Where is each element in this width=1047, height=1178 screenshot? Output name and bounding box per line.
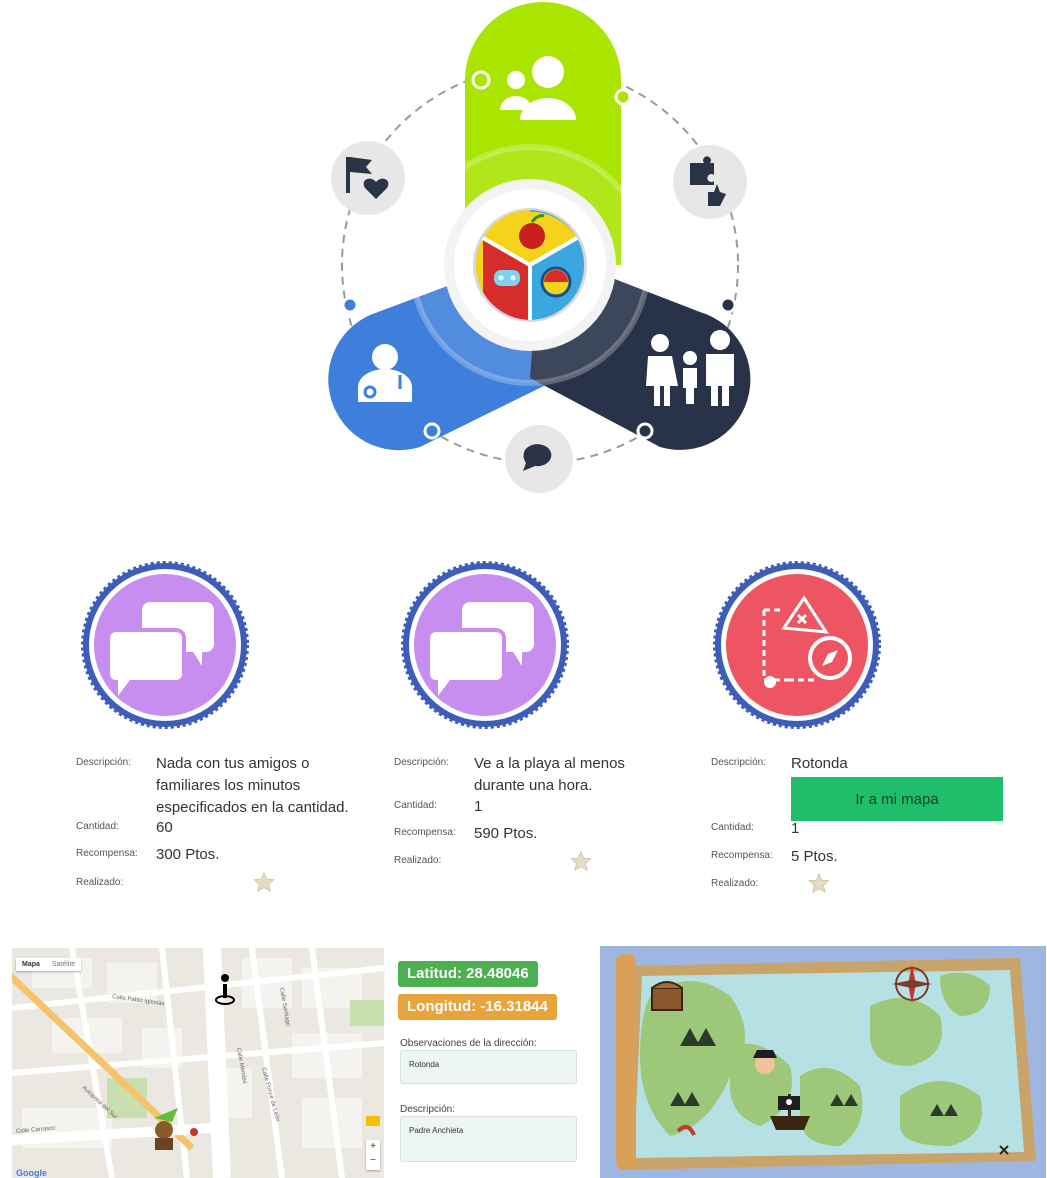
challenge-reward: 5 Ptos. <box>791 848 838 865</box>
realizado-label: Realizado: <box>711 878 759 889</box>
challenge-reward: 590 Ptos. <box>474 825 538 842</box>
recompensa-label: Recompensa: <box>76 848 138 859</box>
hero-graphic <box>328 2 751 493</box>
treasure-chest-icon <box>651 981 683 1011</box>
map-tab[interactable]: Mapa <box>22 961 40 968</box>
observations-field[interactable]: Rotonda <box>400 1050 577 1084</box>
location-form: Latitud: 28.48046 Longitud: -16.31844 Ob… <box>398 948 588 1178</box>
realizado-label: Realizado: <box>76 877 124 888</box>
cantidad-label: Cantidad: <box>394 800 437 811</box>
center-logo-icon <box>473 208 587 322</box>
descripcion-label: Descripción: <box>394 757 450 768</box>
recompensa-label: Recompensa: <box>394 827 456 838</box>
google-logo: Google <box>16 1168 47 1178</box>
challenge-reward: 300 Ptos. <box>156 846 220 863</box>
observations-label: Observaciones de la dirección: <box>400 1038 537 1049</box>
street-view-icon[interactable] <box>366 1116 380 1126</box>
challenge-quantity: 1 <box>791 820 800 837</box>
flag-heart-icon <box>331 141 405 215</box>
chat-bubbles-icon <box>401 561 569 729</box>
descripcion-label: Descripción: <box>711 757 767 768</box>
challenge-card: Descripción: Nada con tus amigos o famil… <box>76 560 406 895</box>
challenge-quantity: 1 <box>474 798 483 815</box>
map-type-toggle[interactable]: Mapa Satélite <box>16 958 82 971</box>
zoom-out-icon[interactable]: − <box>366 1154 380 1168</box>
descripcion-label: Descripción: <box>76 757 132 768</box>
zoom-controls[interactable]: + − <box>366 1140 380 1170</box>
go-to-map-button[interactable]: Ir a mi mapa <box>791 777 1003 821</box>
treasure-map-illustration[interactable] <box>600 946 1046 1178</box>
street-map[interactable]: Calle Pablo Iglesias Autopista del Sur C… <box>12 948 384 1178</box>
challenge-card: Descripción: Ve a la playa al menos dura… <box>394 560 724 895</box>
star-icon[interactable] <box>808 872 830 894</box>
star-icon[interactable] <box>253 871 275 893</box>
challenge-description: Ve a la playa al menos durante una hora. <box>474 755 625 794</box>
longitude-badge: Longitud: -16.31844 <box>398 994 557 1020</box>
star-icon[interactable] <box>570 850 592 872</box>
challenge-description: Rotonda <box>791 755 848 772</box>
realizado-label: Realizado: <box>394 855 442 866</box>
puzzle-like-icon <box>673 145 747 219</box>
cantidad-label: Cantidad: <box>76 821 119 832</box>
zoom-in-icon[interactable]: + <box>366 1140 380 1154</box>
challenge-description: Nada con tus amigos o familiares los min… <box>156 755 349 816</box>
challenge-card: Descripción: Rotonda Ir a mi mapa Cantid… <box>711 560 1041 895</box>
chat-bubbles-icon <box>81 561 249 729</box>
challenge-quantity: 60 <box>156 819 173 836</box>
satellite-tab[interactable]: Satélite <box>52 961 75 968</box>
cantidad-label: Cantidad: <box>711 822 754 833</box>
latitude-badge: Latitud: 28.48046 <box>398 961 538 987</box>
description-label: Descripción: <box>400 1104 456 1115</box>
chat-icon <box>505 425 573 493</box>
description-field[interactable]: Padre Anchieta <box>400 1116 577 1162</box>
map-canvas[interactable]: Calle Pablo Iglesias Autopista del Sur C… <box>12 948 384 1178</box>
treasure-map-compass-icon <box>713 561 881 729</box>
recompensa-label: Recompensa: <box>711 850 773 861</box>
